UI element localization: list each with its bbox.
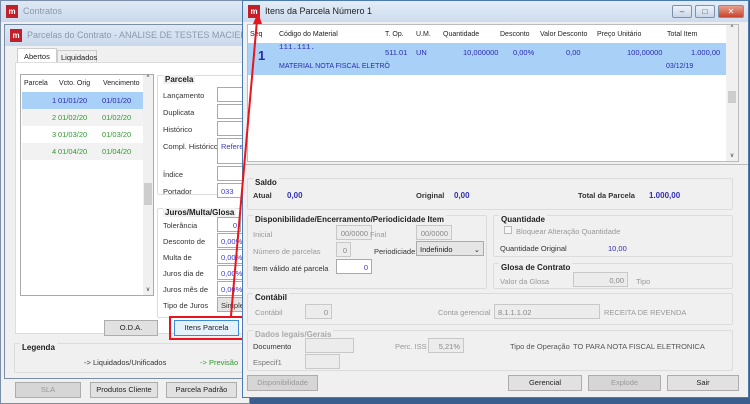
arrow-line <box>230 19 258 317</box>
annotation-arrow <box>230 12 262 317</box>
arrow-head-icon <box>253 12 262 24</box>
